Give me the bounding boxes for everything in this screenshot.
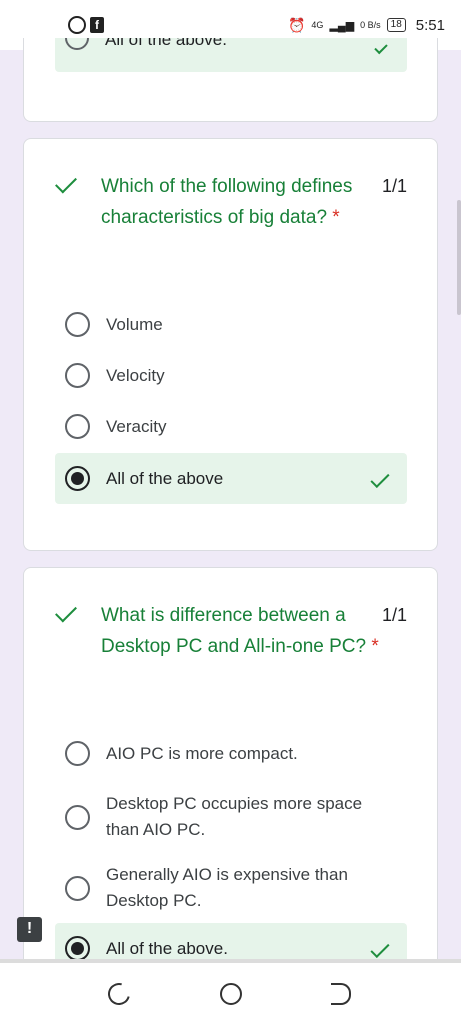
home-icon[interactable]	[220, 983, 242, 1005]
facebook-icon: f	[90, 17, 104, 33]
signal-icon: ▂▄▆	[329, 19, 355, 32]
radio-button-checked[interactable]	[65, 466, 90, 491]
option-item[interactable]: Desktop PC occupies more space than AIO …	[55, 789, 407, 845]
option-item[interactable]: Volume	[55, 299, 407, 350]
whatsapp-icon	[68, 16, 86, 34]
alarm-icon: ⏰	[287, 16, 306, 33]
radio-button[interactable]	[65, 875, 90, 901]
recent-apps-icon[interactable]	[103, 978, 135, 1010]
option-item-selected[interactable]: All of the above	[55, 453, 407, 504]
option-label: Velocity	[106, 365, 165, 385]
radio-button[interactable]	[65, 804, 90, 830]
back-icon[interactable]	[331, 983, 351, 1005]
required-mark: *	[332, 207, 340, 228]
scrollbar-thumb[interactable]	[457, 200, 461, 315]
radio-button[interactable]	[65, 741, 90, 766]
report-feedback-button[interactable]: !	[17, 917, 42, 942]
question-text: What is difference between a Desktop PC …	[101, 605, 367, 657]
option-item[interactable]: Veracity	[55, 401, 407, 452]
previous-question-card: All of the above.	[23, 38, 438, 122]
status-left: f	[68, 16, 104, 34]
option-label: All of the above.	[105, 38, 227, 49]
question-score: 1/1	[381, 605, 407, 625]
question-card: What is difference between a Desktop PC …	[23, 567, 438, 987]
option-label: Generally AIO is expensive than Desktop …	[106, 865, 348, 910]
radio-button[interactable]	[65, 363, 90, 388]
question-card: Which of the following defines character…	[23, 138, 438, 551]
option-label: AIO PC is more compact.	[106, 743, 298, 763]
system-nav-bar	[0, 963, 461, 1024]
option-label: All of the above	[106, 468, 224, 488]
data-speed: 0 B/s	[360, 20, 381, 30]
correct-check-icon	[55, 171, 77, 194]
correct-check-icon	[55, 600, 77, 623]
network-label: 4G	[311, 20, 324, 30]
option-label: Volume	[106, 314, 163, 334]
clock: 5:51	[415, 16, 445, 34]
required-mark: *	[371, 636, 379, 657]
option-label: Veracity	[106, 416, 167, 436]
option-item[interactable]: AIO PC is more compact.	[55, 728, 407, 779]
radio-button-checked[interactable]	[65, 936, 90, 961]
question-score: 1/1	[381, 176, 407, 196]
check-icon	[374, 40, 388, 55]
status-right: ⏰ 4G ▂▄▆ 0 B/s 18 5:51	[288, 17, 445, 34]
question-title: Which of the following defines character…	[101, 171, 381, 233]
question-text: Which of the following defines character…	[101, 176, 353, 228]
option-label: All of the above.	[106, 938, 228, 958]
option-label: Desktop PC occupies more space than AIO …	[106, 794, 363, 839]
question-title: What is difference between a Desktop PC …	[101, 600, 381, 662]
option-item[interactable]: Generally AIO is expensive than Desktop …	[55, 860, 407, 916]
radio-button[interactable]	[65, 312, 90, 337]
option-item[interactable]: Velocity	[55, 350, 407, 401]
radio-button[interactable]	[65, 414, 90, 439]
battery-icon: 18	[386, 18, 406, 32]
option-selected-partial[interactable]: All of the above.	[55, 38, 407, 72]
radio-button[interactable]	[65, 38, 89, 50]
